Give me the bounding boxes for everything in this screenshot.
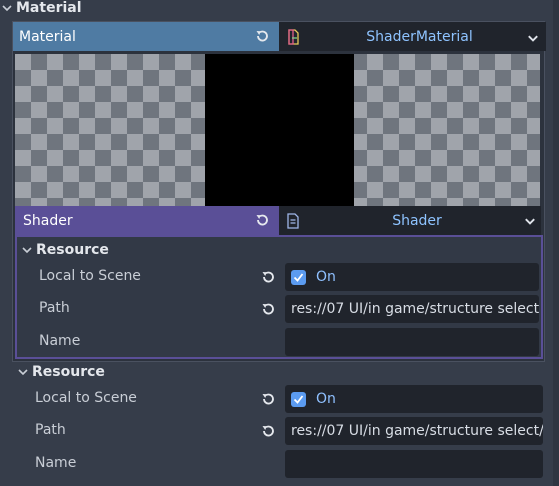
nested-path-field[interactable]: res://07 UI/in game/structure select/: [285, 295, 539, 323]
revert-icon[interactable]: [260, 391, 276, 407]
material-resource-picker[interactable]: ShaderMaterial: [279, 22, 546, 51]
nested-local-to-scene-label: Local to Scene: [39, 268, 141, 284]
outer-resource-header[interactable]: Resource: [18, 364, 105, 380]
outer-local-to-scene-toggle[interactable]: On: [285, 385, 543, 413]
outer-path-value: res://07 UI/in game/structure select/: [291, 423, 543, 439]
nested-resource-title: Resource: [36, 242, 109, 258]
revert-icon[interactable]: [260, 423, 276, 439]
shader-label: Shader: [23, 212, 73, 229]
nested-name-field[interactable]: [285, 328, 539, 356]
shader-label-cell: Shader: [15, 206, 279, 235]
shader-dropdown-chevron-icon[interactable]: [524, 215, 536, 227]
shader-resource-picker[interactable]: Shader: [279, 206, 541, 235]
outer-resource-title: Resource: [32, 364, 105, 380]
nested-resource-header[interactable]: Resource: [22, 242, 109, 258]
section-title: Material: [16, 0, 82, 16]
chevron-down-icon: [18, 369, 28, 376]
chevron-down-icon: [22, 247, 32, 254]
material-dropdown-chevron-icon[interactable]: [527, 32, 539, 44]
outer-path-label: Path: [35, 422, 66, 438]
nested-local-to-scene-value: On: [316, 269, 336, 285]
outer-local-to-scene-value: On: [316, 391, 336, 407]
checkbox-checked-icon: [291, 269, 306, 285]
shader-material-icon: [288, 28, 299, 45]
nested-path-label: Path: [39, 300, 70, 316]
checkbox-checked-icon: [291, 391, 306, 407]
revert-icon[interactable]: [260, 269, 276, 285]
material-label-cell: Material: [13, 22, 279, 51]
material-preview: [15, 54, 540, 206]
revert-icon[interactable]: [254, 28, 270, 44]
revert-icon[interactable]: [254, 212, 270, 228]
outer-local-to-scene-label: Local to Scene: [35, 390, 137, 406]
shader-resource-type: Shader: [392, 212, 442, 229]
nested-name-label: Name: [39, 333, 81, 349]
revert-icon[interactable]: [260, 301, 276, 317]
outer-name-field[interactable]: [285, 450, 543, 478]
scrollbar-track[interactable]: [553, 0, 559, 486]
outer-path-field[interactable]: res://07 UI/in game/structure select/: [285, 417, 543, 445]
outer-name-label: Name: [35, 455, 77, 471]
shader-file-icon: [287, 212, 299, 229]
material-preview-swatch: [205, 54, 354, 206]
nested-local-to-scene-toggle[interactable]: On: [285, 263, 539, 291]
material-resource-type: ShaderMaterial: [366, 28, 473, 45]
chevron-down-icon: [2, 5, 12, 12]
material-section-header[interactable]: Material: [2, 0, 82, 16]
nested-path-value: res://07 UI/in game/structure select/: [291, 301, 539, 317]
material-label: Material: [19, 28, 76, 45]
